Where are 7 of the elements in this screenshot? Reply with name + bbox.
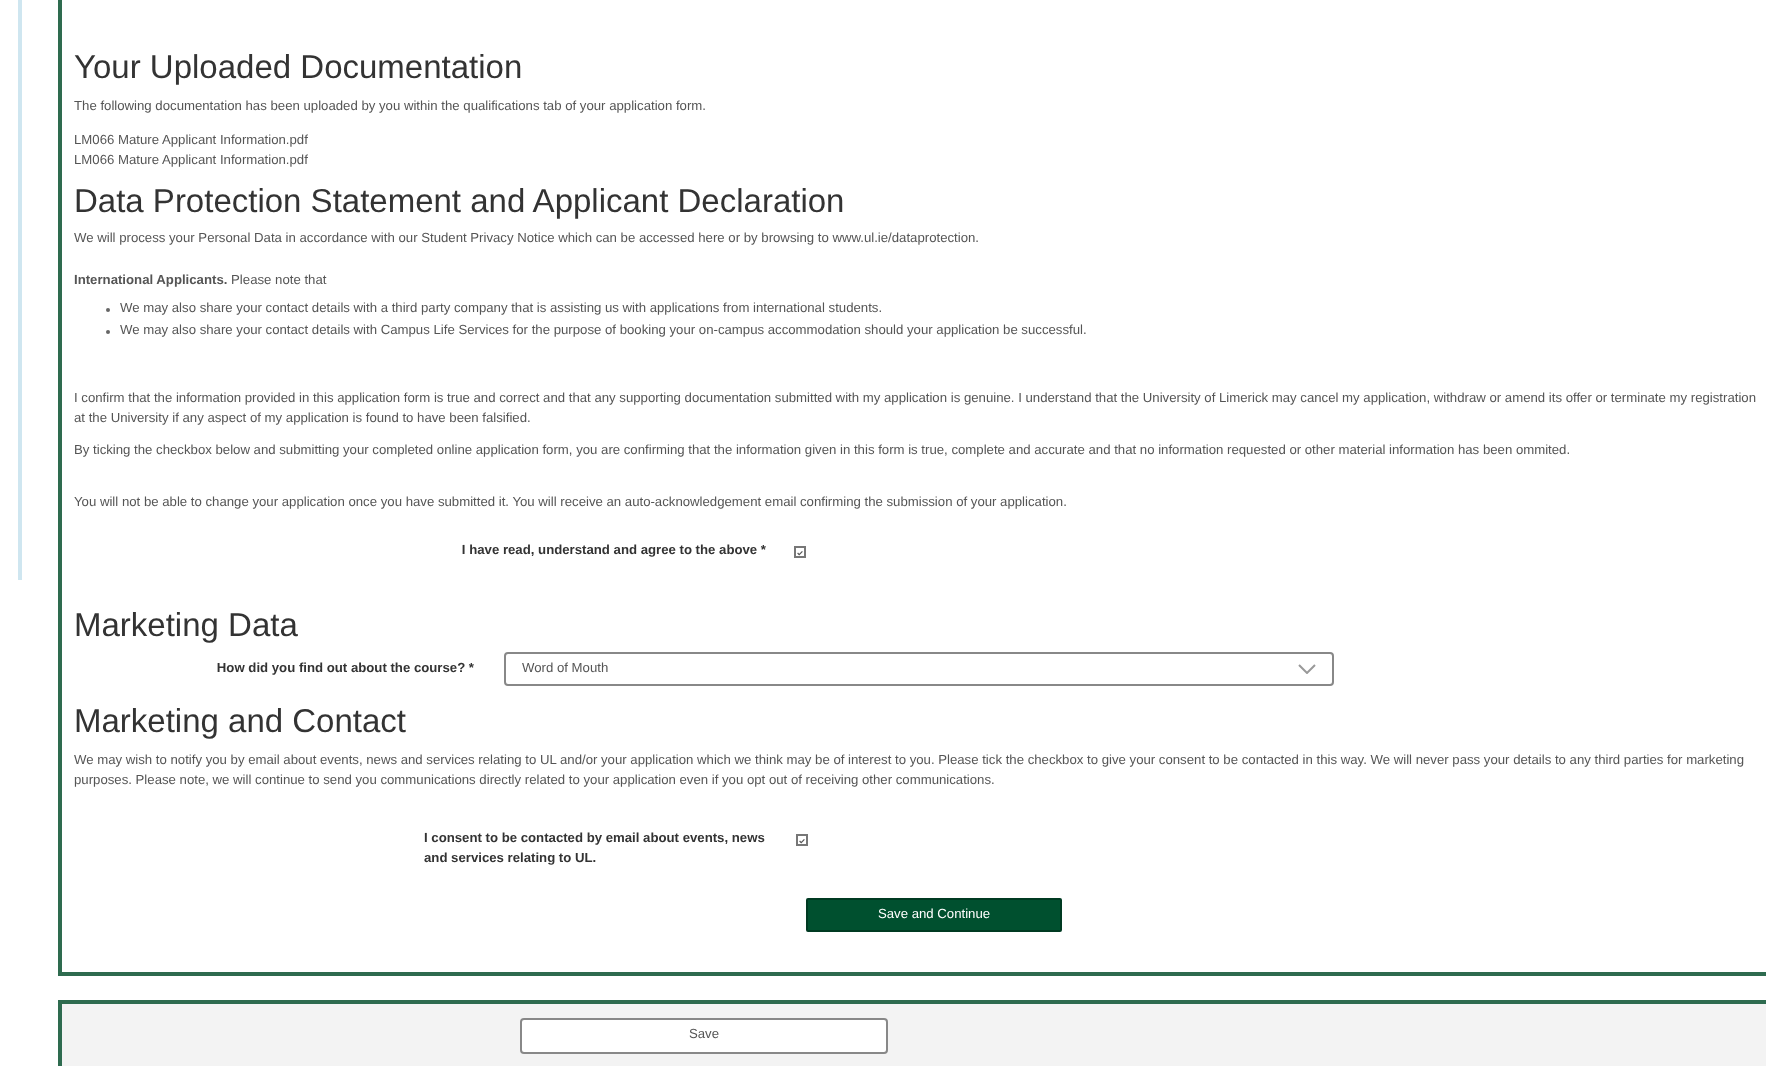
checkbox[interactable] [794,546,806,558]
checkbox[interactable] [796,834,808,846]
section-title: Data Protection Statement and Applicant Declaration [74,182,847,222]
section-title: Marketing and Contact [74,702,409,742]
chevron-down-icon [1298,664,1316,674]
section-title: Your Uploaded Documentation [74,48,525,88]
section-title: Marketing Data [74,606,300,646]
